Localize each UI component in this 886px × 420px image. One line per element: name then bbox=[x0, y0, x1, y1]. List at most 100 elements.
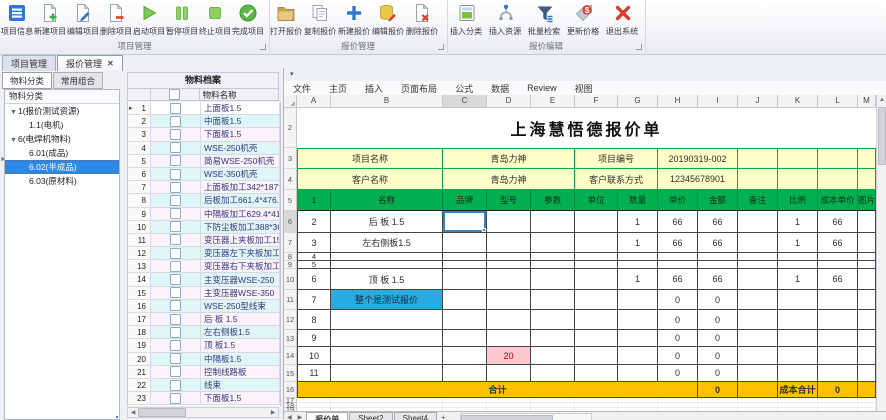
cell[interactable] bbox=[487, 290, 531, 310]
cell[interactable]: 66 bbox=[818, 233, 858, 253]
row-header-11[interactable]: 11 bbox=[284, 290, 297, 310]
column-header-H[interactable]: H bbox=[658, 95, 698, 108]
cell[interactable]: 0 bbox=[698, 365, 738, 382]
scroll-thumb[interactable] bbox=[138, 408, 186, 417]
cell[interactable]: 客户名称 bbox=[297, 169, 443, 190]
cell[interactable] bbox=[331, 365, 443, 382]
cell[interactable] bbox=[858, 261, 876, 269]
cell[interactable]: 12345678901 bbox=[658, 169, 738, 190]
cell[interactable] bbox=[738, 211, 778, 233]
cell[interactable] bbox=[443, 261, 487, 269]
cell[interactable] bbox=[858, 169, 876, 190]
list-item[interactable]: 21 控制线路板 bbox=[128, 365, 280, 379]
scroll-left-icon[interactable]: ◀ bbox=[128, 409, 138, 416]
cell[interactable] bbox=[531, 261, 575, 269]
row-checkbox[interactable] bbox=[170, 142, 181, 154]
cell[interactable] bbox=[531, 330, 575, 347]
row-checkbox[interactable] bbox=[170, 326, 181, 338]
cell[interactable] bbox=[531, 211, 575, 233]
cell[interactable] bbox=[858, 253, 876, 261]
cell[interactable] bbox=[487, 330, 531, 347]
tree-expander-icon[interactable]: ▼ bbox=[9, 106, 18, 118]
row-checkbox[interactable] bbox=[170, 168, 181, 180]
row-header-15[interactable]: 15 bbox=[284, 365, 297, 382]
cell[interactable] bbox=[698, 253, 738, 261]
cell[interactable]: 项目名称 bbox=[297, 148, 443, 169]
cell[interactable] bbox=[443, 310, 487, 330]
cell[interactable] bbox=[858, 269, 876, 290]
group-launcher-icon[interactable] bbox=[438, 44, 444, 50]
cell[interactable] bbox=[778, 261, 818, 269]
row-header-5[interactable]: 5 bbox=[284, 190, 297, 211]
cell[interactable]: 1 bbox=[297, 190, 331, 211]
column-header-F[interactable]: F bbox=[575, 95, 618, 108]
cell[interactable]: 0 bbox=[698, 310, 738, 330]
cell[interactable] bbox=[575, 269, 618, 290]
row-header-14[interactable]: 14 bbox=[284, 347, 297, 365]
cell[interactable] bbox=[443, 365, 487, 382]
delete-project-button[interactable]: 删除项目 bbox=[99, 2, 132, 37]
stop-project-button[interactable]: 终止项目 bbox=[198, 2, 231, 37]
row-header-6[interactable]: 6 bbox=[284, 211, 297, 233]
cell[interactable]: 成本单价 bbox=[818, 190, 858, 211]
menu-tab[interactable]: 文件 bbox=[284, 82, 320, 95]
cell[interactable]: 名称 bbox=[331, 190, 443, 211]
row-checkbox[interactable] bbox=[170, 221, 181, 233]
cell[interactable] bbox=[331, 347, 443, 365]
cell[interactable] bbox=[531, 347, 575, 365]
menu-tab[interactable]: 视图 bbox=[566, 82, 602, 95]
list-item[interactable]: 22 线束 bbox=[128, 378, 280, 393]
cell[interactable] bbox=[818, 347, 858, 365]
cell[interactable] bbox=[443, 253, 487, 261]
cell[interactable]: 11 bbox=[297, 365, 331, 382]
cell[interactable] bbox=[738, 365, 778, 382]
cell[interactable] bbox=[531, 269, 575, 290]
cell[interactable]: 66 bbox=[818, 269, 858, 290]
cell[interactable] bbox=[738, 169, 778, 190]
cell[interactable] bbox=[698, 261, 738, 269]
cell[interactable]: 0 bbox=[698, 347, 738, 365]
cell[interactable] bbox=[818, 365, 858, 382]
scroll-up-icon[interactable]: ▲ bbox=[877, 95, 886, 106]
row-header-13[interactable]: 13 bbox=[284, 330, 297, 347]
scroll-thumb[interactable] bbox=[460, 415, 553, 420]
new-project-button[interactable]: 新建项目 bbox=[33, 2, 66, 37]
cell[interactable] bbox=[331, 330, 443, 347]
cell[interactable] bbox=[738, 233, 778, 253]
cell[interactable]: 顶 板 1.5 bbox=[331, 269, 443, 290]
cell[interactable] bbox=[658, 261, 698, 269]
column-header-E[interactable]: E bbox=[531, 95, 575, 108]
cell[interactable] bbox=[575, 233, 618, 253]
select-all-corner[interactable] bbox=[284, 95, 297, 108]
cell[interactable]: 1 bbox=[618, 269, 658, 290]
cell[interactable]: 0 bbox=[698, 290, 738, 310]
list-item[interactable]: 16 WSE-250型线束 bbox=[128, 299, 280, 313]
cell[interactable] bbox=[443, 233, 487, 253]
materials-hscrollbar[interactable]: ◀ ▶ bbox=[127, 407, 279, 418]
column-header-D[interactable]: D bbox=[487, 95, 531, 108]
cell[interactable]: 66 bbox=[698, 211, 738, 233]
update-price-button[interactable]: $ 更新价格 bbox=[564, 2, 603, 37]
cell[interactable] bbox=[618, 365, 658, 382]
cell[interactable]: 1 bbox=[778, 233, 818, 253]
row-checkbox[interactable] bbox=[170, 115, 181, 127]
column-header-G[interactable]: G bbox=[618, 95, 658, 108]
list-item[interactable]: 9 中隔板加工629.4*418.8* bbox=[128, 207, 280, 221]
batch-search-button[interactable]: 批量检索 bbox=[525, 2, 564, 37]
doc-tab-quote-management[interactable]: 报价管理 ✕ bbox=[57, 55, 123, 71]
cell[interactable]: 8 bbox=[297, 310, 331, 330]
cell[interactable] bbox=[858, 310, 876, 330]
cell[interactable] bbox=[487, 253, 531, 261]
cell[interactable] bbox=[618, 347, 658, 365]
column-header-B[interactable]: B bbox=[331, 95, 443, 108]
tree-item[interactable]: 6.03(原材料) bbox=[5, 174, 119, 188]
cell[interactable] bbox=[443, 330, 487, 347]
menu-tab[interactable]: 页面布局 bbox=[392, 82, 446, 95]
cell[interactable] bbox=[331, 253, 443, 261]
cell[interactable] bbox=[778, 290, 818, 310]
cell[interactable] bbox=[443, 347, 487, 365]
cell[interactable] bbox=[858, 148, 876, 169]
cell[interactable] bbox=[738, 290, 778, 310]
row-header-10[interactable]: 10 bbox=[284, 269, 297, 290]
cell[interactable] bbox=[858, 382, 876, 398]
